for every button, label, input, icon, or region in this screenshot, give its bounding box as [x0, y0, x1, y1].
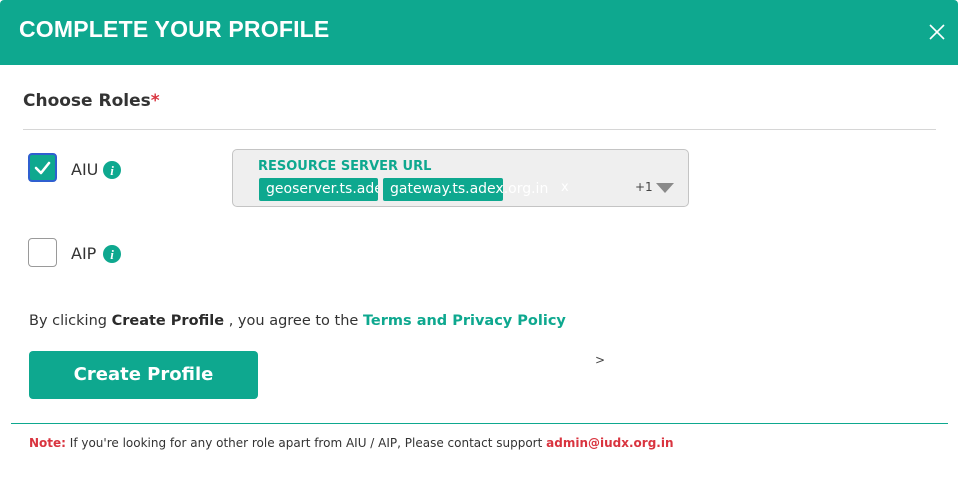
note-label: Note:	[29, 436, 66, 450]
resource-server-label: RESOURCE SERVER URL	[258, 159, 432, 174]
modal-title: COMPLETE YOUR PROFILE	[19, 16, 330, 42]
resource-server-chip[interactable]: gateway.ts.adex.org.in	[383, 178, 548, 201]
choose-roles-heading: Choose Roles*	[23, 91, 160, 111]
agreement-text: By clicking Create Profile , you agree t…	[29, 313, 566, 329]
support-note: Note: If you're looking for any other ro…	[29, 436, 674, 450]
aip-info-icon[interactable]: i	[103, 245, 121, 263]
aiu-info-icon[interactable]: i	[103, 161, 121, 179]
resource-server-chip[interactable]: geoserver.ts.adex.org.in	[259, 178, 378, 201]
close-icon[interactable]	[926, 21, 948, 43]
modal-header: COMPLETE YOUR PROFILE	[0, 0, 958, 65]
terms-link[interactable]: Terms and Privacy Policy	[363, 313, 566, 329]
aip-label: AIP	[71, 244, 97, 263]
choose-roles-label: Choose Roles	[23, 91, 151, 111]
support-email[interactable]: admin@iudx.org.in	[546, 436, 673, 450]
more-count-badge: +1	[635, 180, 653, 194]
footer-divider	[11, 423, 948, 424]
checkmark-icon	[34, 161, 51, 175]
aiu-label: AIU	[71, 160, 99, 179]
chevron-down-icon[interactable]	[656, 183, 674, 193]
note-text: If you're looking for any other role apa…	[65, 436, 547, 450]
agreement-middle: , you agree to the	[224, 313, 363, 329]
svg-text:i: i	[110, 163, 114, 178]
svg-text:i: i	[110, 247, 114, 262]
create-profile-button[interactable]: Create Profile	[29, 351, 258, 399]
chip-remove-button[interactable]: x	[561, 180, 569, 195]
required-mark: *	[150, 91, 160, 111]
aiu-checkbox[interactable]	[28, 153, 57, 182]
aip-checkbox[interactable]	[28, 238, 57, 267]
agreement-action: Create Profile	[111, 313, 225, 329]
divider	[23, 129, 936, 130]
resource-server-select[interactable]: RESOURCE SERVER URL geoserver.ts.adex.or…	[232, 149, 689, 207]
chevron-right-icon: >	[595, 353, 606, 367]
agreement-prefix: By clicking	[29, 313, 112, 329]
